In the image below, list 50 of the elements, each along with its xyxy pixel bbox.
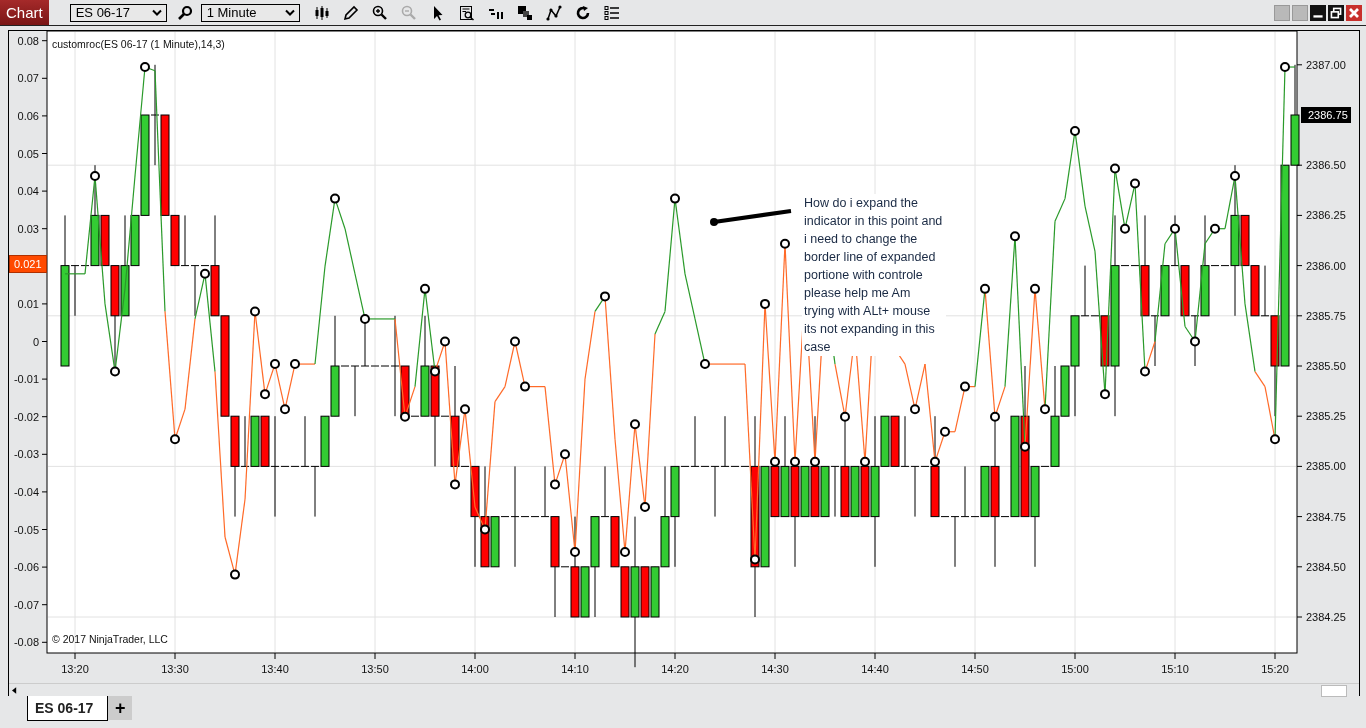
axis-label: 15:00 — [1061, 663, 1089, 675]
axis-label: -0.02 — [13, 410, 39, 423]
chart-title-button[interactable]: Chart — [0, 0, 49, 25]
axis-label: 14:00 — [461, 663, 489, 675]
axis-label: 0.06 — [17, 109, 39, 122]
axis-label: -0.07 — [13, 598, 39, 611]
axis-label: 13:50 — [361, 663, 389, 675]
axis-label: 14:20 — [661, 663, 689, 675]
axis-label: 2387.00 — [1306, 58, 1346, 71]
axis-label: 0.05 — [17, 147, 39, 160]
copyright-text: © 2017 NinjaTrader, LLC — [52, 633, 168, 645]
axis-label: -0.03 — [13, 448, 39, 461]
axis-label: 0.03 — [17, 222, 39, 235]
annotation-text: How do i expand the indicator in this point and i need to change the border line of expanded portione with controle please help me Am trying with ALt+ mouse its not expanding in this case — [802, 194, 946, 356]
axis-label: 14:50 — [961, 663, 989, 675]
axis-label: 2385.00 — [1306, 460, 1346, 473]
axis-label: -0.04 — [13, 485, 39, 498]
axis-label: 13:40 — [261, 663, 289, 675]
axis-label: 13:20 — [61, 663, 89, 675]
axis-label: -0.05 — [13, 523, 39, 536]
axis-label: 14:40 — [861, 663, 889, 675]
axis-label: 0.08 — [17, 34, 39, 47]
axis-label: 0 — [32, 335, 39, 348]
axis-label: -0.08 — [13, 636, 39, 649]
value-marker: 0.021 — [9, 255, 47, 273]
axis-label: 0.07 — [17, 72, 39, 85]
axis-label: 2386.00 — [1306, 259, 1346, 272]
price-marker: 2386.75 — [1301, 107, 1351, 123]
axis-label: 2384.75 — [1306, 510, 1346, 523]
add-tab-button[interactable]: + — [108, 696, 133, 720]
chart-tab[interactable]: ES 06-17 — [27, 696, 109, 721]
axis-label: 2384.50 — [1306, 560, 1346, 573]
axis-label: -0.01 — [13, 373, 39, 386]
axis-label: 0.04 — [17, 185, 39, 198]
indicator-label: customroc(ES 06-17 (1 Minute),14,3) — [52, 38, 225, 50]
axis-label: 13:30 — [161, 663, 189, 675]
axis-label: 0.01 — [17, 297, 39, 310]
axis-label: 2385.75 — [1306, 309, 1346, 322]
instrument-dropdown[interactable]: ES 06-17 — [69, 3, 167, 22]
axis-label: 2386.25 — [1306, 209, 1346, 222]
axis-label: 15:10 — [1161, 663, 1189, 675]
interval-dropdown[interactable]: 1 Minute — [200, 3, 300, 22]
axis-label: 2384.25 — [1306, 611, 1346, 623]
axis-label: 15:20 — [1261, 663, 1289, 675]
axis-label: -0.06 — [13, 561, 39, 574]
axis-label: 2386.50 — [1306, 159, 1346, 172]
axis-label: 2385.25 — [1306, 410, 1346, 423]
axis-label: 2385.50 — [1306, 360, 1346, 372]
axis-label: 14:10 — [561, 663, 589, 675]
axis-label: 14:30 — [761, 663, 789, 675]
